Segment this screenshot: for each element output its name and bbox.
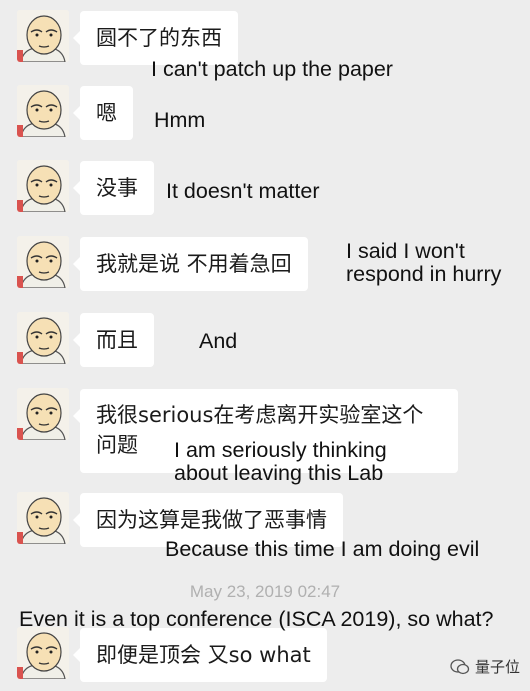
avatar-face-icon	[17, 312, 69, 364]
translation-text: And	[199, 329, 238, 353]
avatar[interactable]	[17, 492, 69, 544]
avatar-face-icon	[17, 388, 69, 440]
avatar-face-icon	[17, 85, 69, 137]
translation-text: It doesn't matter	[166, 179, 320, 203]
avatar-face-icon	[17, 627, 69, 679]
avatar[interactable]	[17, 160, 69, 212]
message-bubble[interactable]: 嗯	[73, 86, 133, 140]
wechat-icon	[450, 658, 470, 674]
avatar[interactable]	[17, 10, 69, 62]
message-bubble[interactable]: 没事	[73, 161, 154, 215]
watermark-text: 量子位	[474, 658, 520, 676]
avatar-face-icon	[17, 236, 69, 288]
avatar[interactable]	[17, 388, 69, 440]
avatar[interactable]	[17, 85, 69, 137]
message-bubble[interactable]: 即便是顶会 又so what	[73, 628, 327, 682]
avatar[interactable]	[17, 312, 69, 364]
message-text: 嗯	[96, 101, 117, 125]
translation-text: respond in hurry	[346, 262, 502, 286]
message-text: 我就是说 不用着急回	[96, 252, 292, 276]
translation-text: I said I won't	[346, 239, 465, 263]
message-text: 没事	[96, 176, 138, 200]
watermark: 量子位	[450, 656, 520, 677]
message-text: 我很serious在考虑离开实验室这个	[96, 403, 424, 427]
avatar-face-icon	[17, 160, 69, 212]
translation-text: Hmm	[154, 108, 206, 132]
message-bubble[interactable]: 而且	[73, 313, 154, 367]
translation-text: Even it is a top conference (ISCA 2019),…	[19, 607, 494, 631]
avatar[interactable]	[17, 627, 69, 679]
translation-text: about leaving this Lab	[174, 461, 384, 485]
avatar-face-icon	[17, 10, 69, 62]
translation-text: I can't patch up the paper	[151, 57, 393, 81]
message-text: 圆不了的东西	[96, 26, 222, 50]
translation-text: Because this time I am doing evil	[165, 537, 480, 561]
message-bubble[interactable]: 我就是说 不用着急回	[73, 237, 308, 291]
message-text: 因为这算是我做了恶事情	[96, 508, 327, 532]
translation-text: I am seriously thinking	[174, 438, 387, 462]
message-text: 即便是顶会 又so what	[96, 643, 311, 667]
avatar[interactable]	[17, 236, 69, 288]
timestamp: May 23, 2019 02:47	[189, 582, 341, 601]
avatar-face-icon	[17, 492, 69, 544]
message-text: 而且	[96, 328, 138, 352]
